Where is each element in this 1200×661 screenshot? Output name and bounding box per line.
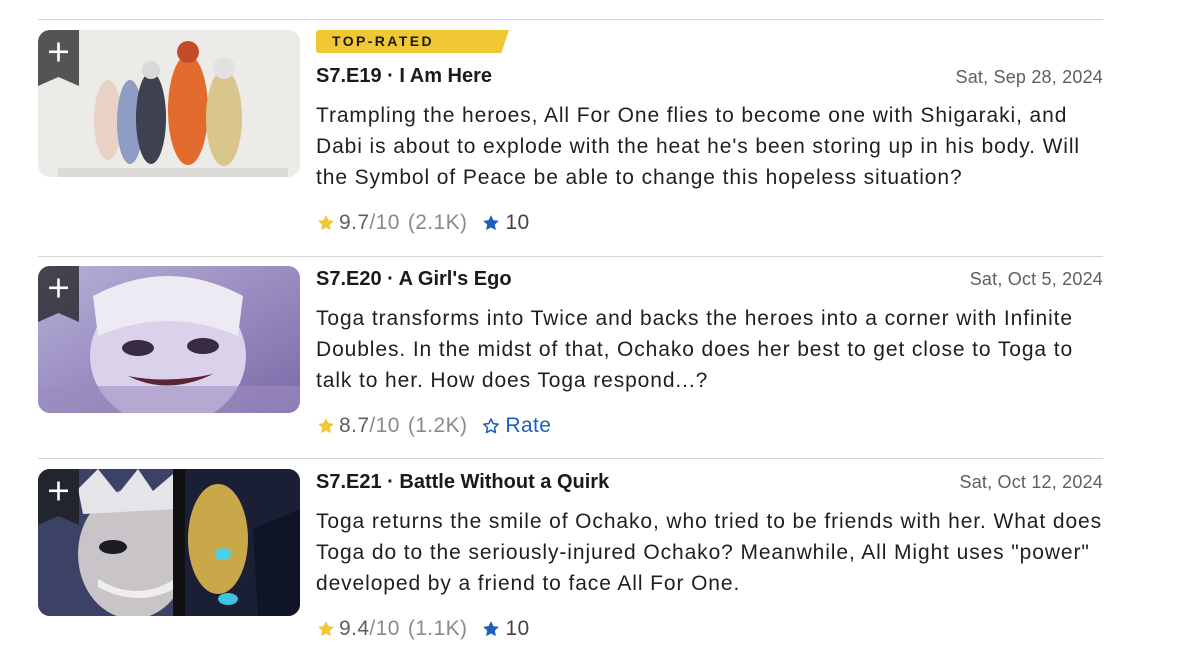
episode-thumbnail[interactable] xyxy=(38,30,300,177)
episode-date: Sat, Oct 12, 2024 xyxy=(959,472,1103,492)
star-filled-icon xyxy=(483,621,500,637)
episode-item: S7.E21 · Battle Without a Quirk Sat, Oct… xyxy=(38,469,1103,649)
rating-scale: /10 xyxy=(369,414,400,437)
episode-item: S7.E20 · A Girl's Ego Sat, Oct 5, 2024 T… xyxy=(38,266,1103,446)
episode-description: Trampling the heroes, All For One flies … xyxy=(316,104,1081,189)
add-to-watchlist-button[interactable] xyxy=(38,266,79,322)
episode-title[interactable]: S7.E20 · A Girl's Ego xyxy=(316,268,512,291)
rating-scale: /10 xyxy=(369,617,400,640)
star-filled-icon xyxy=(318,621,334,637)
top-divider xyxy=(38,19,1103,20)
star-filled-icon xyxy=(483,215,500,231)
rating-scale: /10 xyxy=(369,211,400,234)
episode-description: Toga returns the smile of Ochako, who tr… xyxy=(316,510,1102,595)
user-rating-value: 10 xyxy=(505,617,530,640)
episode-divider xyxy=(38,256,1103,257)
vote-count: (1.2K) xyxy=(407,414,468,437)
episode-date: Sat, Sep 28, 2024 xyxy=(955,67,1103,87)
episode-thumbnail[interactable] xyxy=(38,266,300,413)
user-rating-button[interactable]: 10 xyxy=(481,211,529,235)
star-outline-icon xyxy=(483,418,500,434)
user-rating-value: 10 xyxy=(505,211,530,234)
vote-count: (2.1K) xyxy=(407,211,468,234)
rate-label: Rate xyxy=(505,414,552,437)
add-to-watchlist-button[interactable] xyxy=(38,30,79,86)
rating-value: 8.7 xyxy=(339,414,370,437)
rate-button[interactable]: Rate xyxy=(481,414,551,438)
episode-divider xyxy=(38,458,1103,459)
user-rating-button[interactable]: 10 xyxy=(481,617,529,641)
episode-title[interactable]: S7.E19 · I Am Here xyxy=(316,65,492,88)
star-filled-icon xyxy=(318,418,334,434)
episode-item: TOP-RATED S7.E19 · I Am Here Sat, Sep 28… xyxy=(38,30,1103,245)
star-filled-icon xyxy=(318,215,334,231)
vote-count: (1.1K) xyxy=(407,617,468,640)
episode-title[interactable]: S7.E21 · Battle Without a Quirk xyxy=(316,471,609,494)
rating-row: 9.4 /10 (1.1K) 10 xyxy=(316,617,530,641)
episode-date: Sat, Oct 5, 2024 xyxy=(969,269,1103,289)
rating-row: 8.7 /10 (1.2K) Rate xyxy=(316,414,551,438)
top-rated-badge: TOP-RATED xyxy=(316,30,509,53)
episode-description: Toga transforms into Twice and backs the… xyxy=(316,307,1074,392)
rating-row: 9.7 /10 (2.1K) 10 xyxy=(316,211,530,235)
rating-value: 9.4 xyxy=(339,617,370,640)
episode-thumbnail[interactable] xyxy=(38,469,300,616)
add-to-watchlist-button[interactable] xyxy=(38,469,79,525)
rating-value: 9.7 xyxy=(339,211,370,234)
